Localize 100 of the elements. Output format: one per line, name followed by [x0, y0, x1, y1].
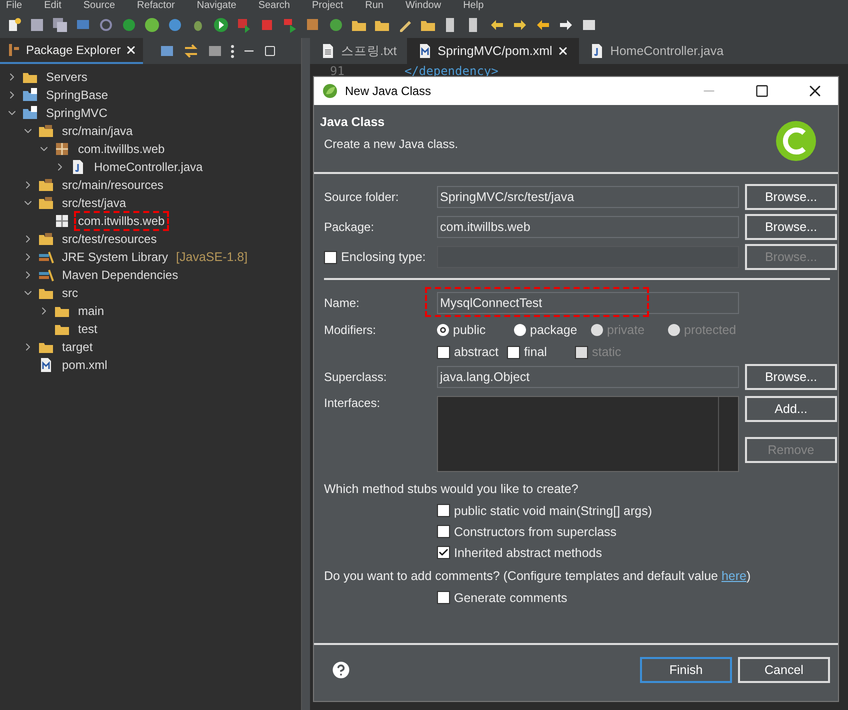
- page-heading: Java Class: [320, 115, 386, 129]
- help-icon[interactable]: [330, 659, 352, 681]
- menu-item[interactable]: Help: [463, 1, 484, 11]
- field-label: Interfaces:: [324, 396, 382, 410]
- editor-tab[interactable]: SpringMVC/pom.xml: [406, 38, 580, 64]
- tree-item[interactable]: src/test/java: [58, 193, 130, 213]
- text-field[interactable]: SpringMVC/src/test/java: [437, 186, 739, 208]
- checkbox[interactable]: [437, 346, 450, 358]
- menu-item[interactable]: Edit: [44, 1, 62, 11]
- tree-item[interactable]: SpringMVC: [42, 103, 112, 123]
- editor-tab[interactable]: 스프링.txt: [310, 38, 407, 64]
- tree-item[interactable]: test: [74, 319, 102, 339]
- radio-label: protected: [684, 323, 736, 337]
- checkbox-label: static: [592, 345, 622, 359]
- link-arrows-icon: [182, 43, 199, 59]
- dialog-title: New Java Class: [345, 84, 432, 98]
- menu-item[interactable]: Source: [83, 1, 116, 11]
- view-title: Package Explorer: [26, 43, 121, 57]
- view-menu-icon[interactable]: [230, 44, 234, 58]
- tree-item[interactable]: JRE System Library: [58, 247, 172, 267]
- checkbox-label: Constructors from superclass: [454, 524, 617, 538]
- view-tab[interactable]: Package Explorer: [0, 38, 143, 64]
- forward-arrow-icon: [512, 17, 528, 33]
- menu-item[interactable]: Project: [312, 1, 344, 11]
- checkbox-label: Generate comments: [454, 590, 568, 604]
- line-number: 91: [330, 64, 344, 78]
- tree-item[interactable]: com.itwillbs.web: [74, 139, 169, 159]
- add-button[interactable]: Add...: [745, 396, 837, 422]
- browse-button[interactable]: Browse...: [745, 214, 837, 240]
- menu-item[interactable]: Run: [365, 1, 384, 11]
- tree-item[interactable]: src/main/resources: [58, 175, 168, 195]
- tree-item[interactable]: main: [74, 301, 108, 321]
- project-folder-icon: [22, 87, 38, 103]
- code-line: </dependency>: [404, 64, 498, 78]
- field-label: Source folder:: [324, 190, 400, 204]
- page-description: Create a new Java class.: [323, 137, 460, 151]
- text-field[interactable]: MysqlConnectTest: [437, 292, 739, 314]
- checkbox-label: abstract: [454, 345, 498, 359]
- checkbox[interactable]: [437, 546, 450, 559]
- tree-item[interactable]: SpringBase: [42, 85, 112, 105]
- tree-item[interactable]: HomeController.java: [90, 157, 207, 177]
- tree-item[interactable]: src: [58, 283, 82, 303]
- package-icon: [54, 141, 70, 157]
- checkbox-label: final: [524, 345, 547, 359]
- radio-button[interactable]: [437, 324, 449, 336]
- tree-item[interactable]: pom.xml: [58, 355, 112, 375]
- menu-item[interactable]: Window: [405, 1, 442, 11]
- text-field[interactable]: com.itwillbs.web: [437, 216, 739, 238]
- tree-item[interactable]: target: [58, 337, 97, 357]
- radio-button[interactable]: [514, 324, 526, 336]
- run-server-icon: [236, 17, 252, 33]
- tree-item[interactable]: com.itwillbs.web: [74, 211, 169, 231]
- checkbox[interactable]: [507, 346, 520, 358]
- package-explorer-icon: [6, 42, 22, 58]
- new-file-icon: [6, 17, 22, 33]
- editor-tab[interactable]: HomeController.java: [579, 38, 734, 64]
- checkbox[interactable]: [437, 525, 450, 538]
- menu-item[interactable]: Search: [258, 1, 290, 11]
- project-folder-icon: [22, 105, 38, 121]
- library-icon: [38, 249, 54, 265]
- source-folder-icon: [38, 177, 54, 193]
- field-label: Superclass:: [324, 370, 388, 384]
- tree-item[interactable]: Servers: [42, 67, 92, 87]
- browse-button[interactable]: Browse...: [745, 364, 837, 390]
- maximize-icon[interactable]: [755, 84, 769, 98]
- menu-item[interactable]: Refactor: [137, 1, 175, 11]
- java-file-icon: [70, 159, 86, 175]
- tree-item[interactable]: src/test/resources: [58, 229, 161, 249]
- text-field[interactable]: java.lang.Object: [437, 366, 739, 388]
- field-label: Modifiers:: [324, 323, 378, 337]
- browse-button[interactable]: Browse...: [745, 184, 837, 210]
- menu-item[interactable]: Navigate: [196, 1, 236, 11]
- checkbox[interactable]: [437, 504, 450, 517]
- text-file-icon: [320, 43, 336, 59]
- checkbox-label: public static void main(String[] args): [454, 504, 652, 518]
- tree-item[interactable]: src/main/java: [58, 121, 137, 141]
- close-icon[interactable]: [124, 44, 137, 56]
- finish-button[interactable]: Finish: [640, 657, 732, 683]
- source-folder-icon: [38, 231, 54, 247]
- comments-prompt: Do you want to add comments? (Configure templates and default value here): [324, 568, 752, 585]
- cancel-button[interactable]: Cancel: [738, 657, 830, 683]
- library-icon: [38, 267, 54, 283]
- source-folder-icon: [38, 123, 54, 139]
- checkbox-label: Inherited abstract methods: [454, 546, 602, 560]
- section-prompt: Which method stubs would you like to create?: [324, 481, 580, 498]
- tree-item[interactable]: Maven Dependencies: [58, 265, 182, 285]
- checkbox[interactable]: [437, 591, 450, 604]
- field-label: Package:: [324, 220, 376, 234]
- radio-label: public: [453, 323, 486, 337]
- stop-icon: [259, 17, 275, 33]
- package-icon: [54, 213, 70, 229]
- radio-label: package: [530, 323, 578, 337]
- interfaces-list[interactable]: [437, 396, 739, 472]
- tree-item-decoration: [JavaSE-1.8]: [176, 250, 248, 264]
- close-icon[interactable]: [557, 45, 570, 57]
- forward-icon: [558, 17, 574, 33]
- menu-item[interactable]: File: [6, 1, 22, 11]
- xml-file-icon: [38, 357, 54, 373]
- flag-icon: [282, 17, 298, 33]
- radio-label: private: [607, 323, 645, 337]
